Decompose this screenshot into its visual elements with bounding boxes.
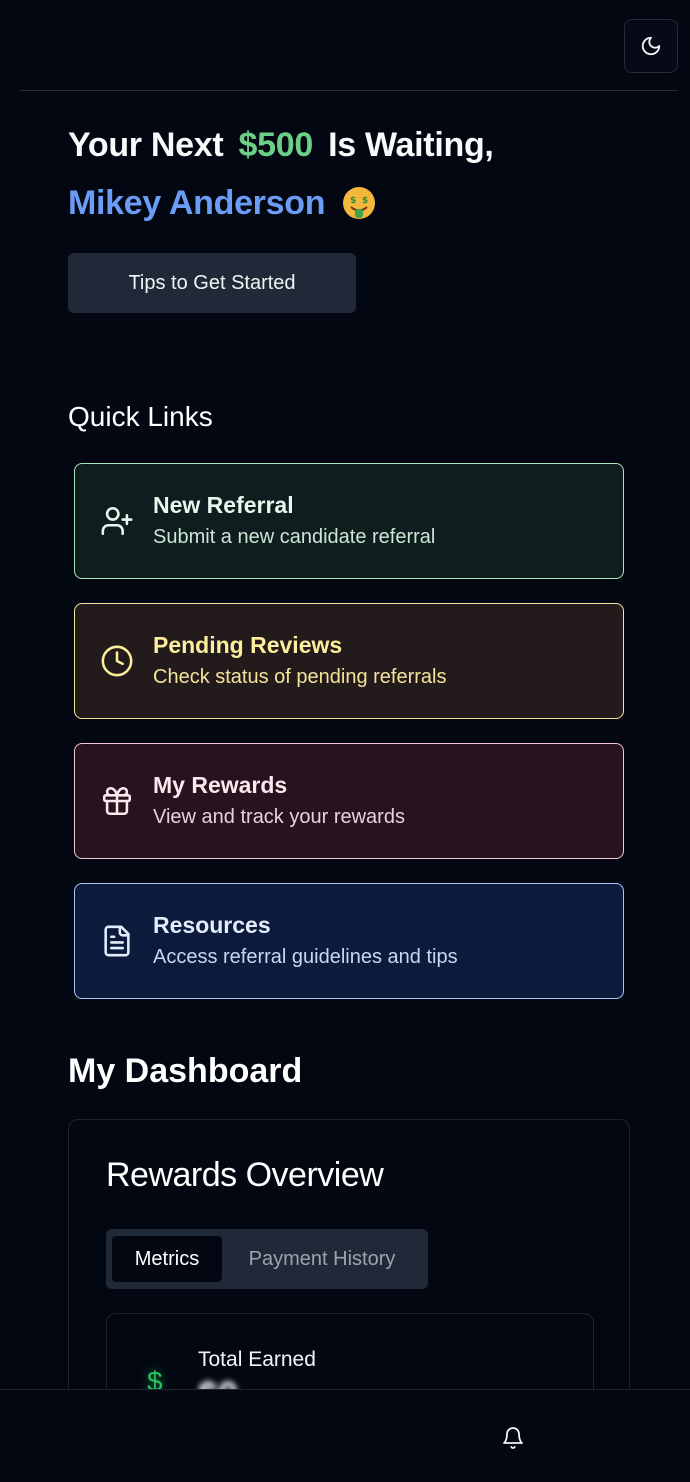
- quick-link-my-rewards[interactable]: My Rewards View and track your rewards: [74, 743, 624, 859]
- gift-icon: [99, 783, 135, 819]
- quick-link-title: Pending Reviews: [153, 632, 343, 658]
- rewards-overview-title: Rewards Overview: [106, 1156, 384, 1194]
- quick-links-title: Quick Links: [68, 401, 213, 432]
- headline-prefix: Your Next: [68, 126, 224, 164]
- bell-icon[interactable]: [499, 1424, 527, 1452]
- user-plus-icon: [99, 503, 135, 539]
- user-name: Mikey Anderson: [68, 184, 326, 222]
- quick-link-title: My Rewards: [153, 772, 288, 798]
- clock-icon: [99, 643, 135, 679]
- quick-link-description: Submit a new candidate referral: [153, 526, 436, 548]
- document-icon: [99, 923, 135, 959]
- quick-link-resources[interactable]: Resources Access referral guidelines and…: [74, 883, 624, 999]
- quick-link-description: Check status of pending referrals: [153, 666, 447, 688]
- quick-link-description: View and track your rewards: [153, 806, 405, 828]
- dashboard-title: My Dashboard: [68, 1052, 303, 1090]
- tab-metrics[interactable]: Metrics: [112, 1236, 222, 1282]
- quick-link-description: Access referral guidelines and tips: [153, 946, 458, 968]
- theme-toggle-button[interactable]: [624, 19, 678, 73]
- quick-link-new-referral[interactable]: New Referral Submit a new candidate refe…: [74, 463, 624, 579]
- svg-text:$: $: [350, 196, 356, 206]
- tips-button[interactable]: Tips to Get Started: [68, 253, 356, 313]
- reward-amount: $500: [238, 126, 314, 164]
- quick-link-title: Resources: [153, 912, 271, 938]
- bottom-nav: [0, 1389, 690, 1482]
- money-face-emoji: $ $: [342, 180, 376, 219]
- page: Your Next $500 Is Waiting, Mikey Anderso…: [0, 0, 690, 1482]
- metric-label: Total Earned: [198, 1348, 316, 1371]
- moon-icon: [640, 35, 662, 57]
- tab-payment-history[interactable]: Payment History: [222, 1236, 422, 1282]
- rewards-tabs: Metrics Payment History: [106, 1229, 428, 1289]
- hero-headline: Your Next $500 Is Waiting, Mikey Anderso…: [68, 116, 494, 232]
- header-divider: [20, 90, 678, 91]
- quick-link-title: New Referral: [153, 492, 294, 518]
- quick-link-pending-reviews[interactable]: Pending Reviews Check status of pending …: [74, 603, 624, 719]
- svg-text:$: $: [362, 196, 368, 206]
- headline-suffix: Is Waiting,: [328, 126, 494, 164]
